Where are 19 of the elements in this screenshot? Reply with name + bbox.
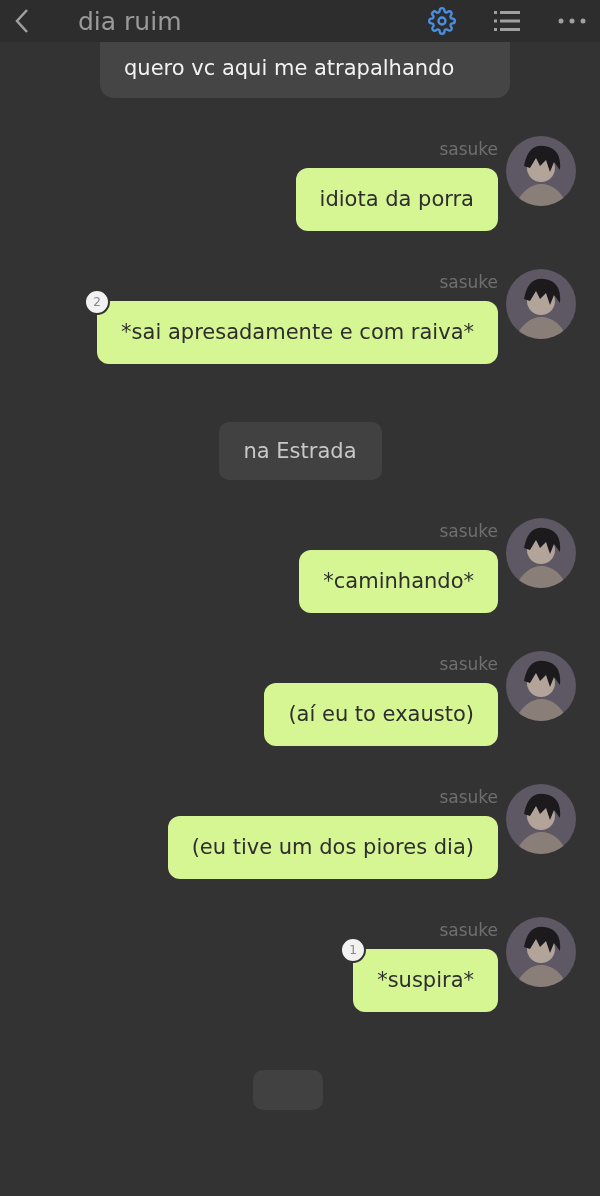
- list-icon[interactable]: [494, 10, 520, 32]
- message-bubble: (aí eu to exausto): [264, 683, 498, 746]
- back-icon[interactable]: [14, 8, 30, 34]
- message-number: 2: [84, 289, 111, 315]
- settings-icon[interactable]: [428, 7, 456, 35]
- message-bubble: *caminhando*: [299, 550, 498, 613]
- more-icon[interactable]: [558, 18, 586, 24]
- author-name: sasuke: [439, 654, 498, 674]
- author-name: sasuke: [439, 787, 498, 807]
- message-bubble: (eu tive um dos piores dia): [167, 816, 498, 879]
- message-bubble: idiota da porra: [295, 168, 498, 231]
- message-number: 1: [340, 937, 367, 963]
- message-bubble: quero vc aqui me atrapalhando: [100, 42, 510, 98]
- author-name: sasuke: [439, 920, 498, 940]
- author-name: sasuke: [439, 521, 498, 541]
- scene-note: na Estrada: [218, 422, 382, 480]
- author-name: sasuke: [439, 139, 498, 159]
- chat-title: dia ruim: [78, 6, 183, 36]
- author-name: sasuke: [439, 272, 498, 292]
